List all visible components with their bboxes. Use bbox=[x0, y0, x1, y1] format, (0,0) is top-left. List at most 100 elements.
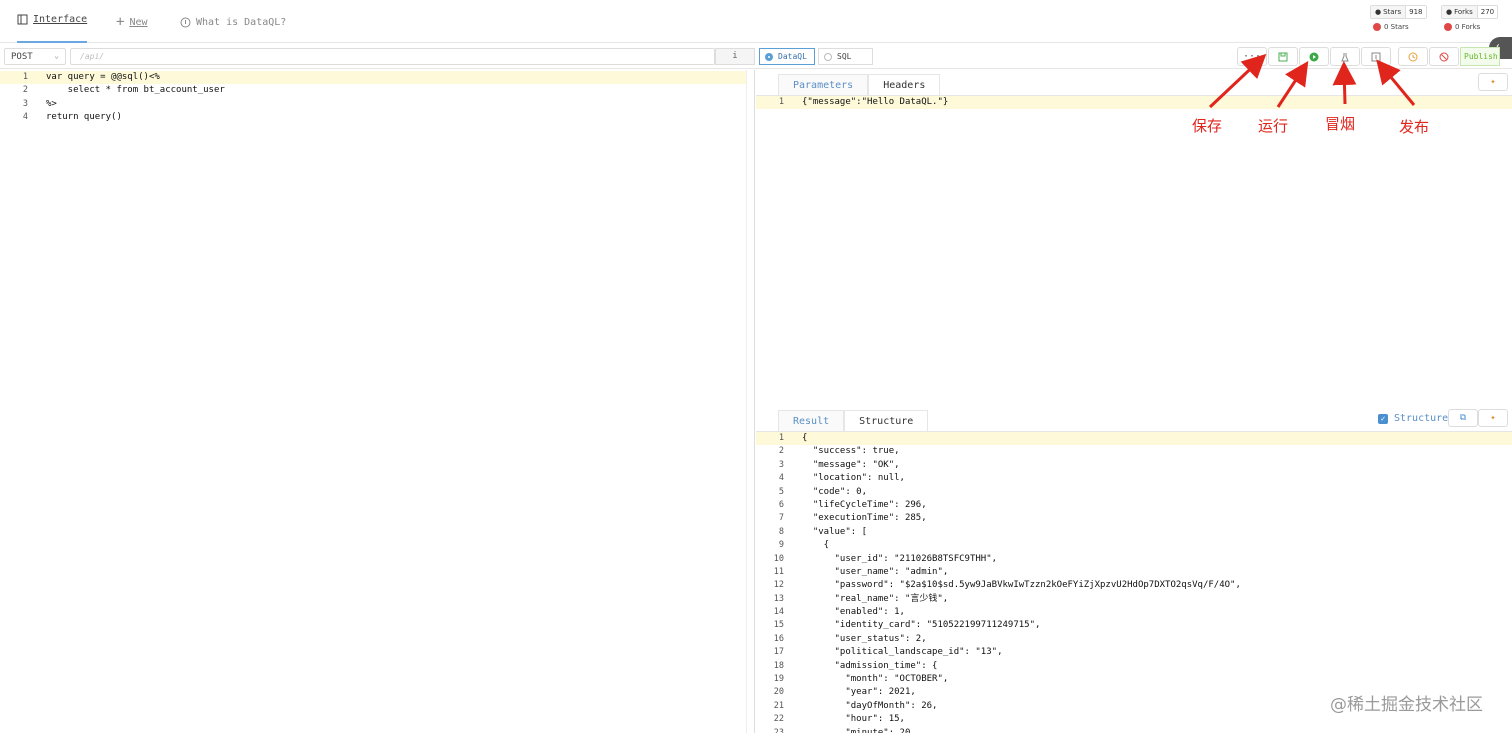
line-code: "admission_time": { bbox=[802, 660, 938, 671]
code-line: 2 "success": true, bbox=[756, 445, 1512, 458]
code-line: 5 "code": 0, bbox=[756, 486, 1512, 499]
gitee-forks-badge[interactable]: 0 Forks bbox=[1444, 23, 1480, 31]
history-button[interactable] bbox=[1398, 47, 1428, 66]
clock-icon bbox=[1408, 52, 1418, 61]
line-code: "location": null, bbox=[802, 473, 905, 484]
api-path-input[interactable]: /api/ bbox=[70, 48, 715, 65]
publish-button[interactable] bbox=[1361, 47, 1391, 66]
lang-sql-radio[interactable]: SQL bbox=[818, 48, 873, 65]
line-number: 17 bbox=[773, 647, 784, 658]
code-line: 6 "lifeCycleTime": 296, bbox=[756, 499, 1512, 512]
tab-new[interactable]: + New bbox=[116, 14, 148, 30]
publish-icon bbox=[1371, 52, 1381, 61]
http-method-value: POST bbox=[11, 52, 33, 62]
http-method-select[interactable]: POST ⌄ bbox=[4, 48, 66, 65]
info-circle-icon bbox=[180, 17, 191, 27]
tab-structure[interactable]: Structure bbox=[844, 410, 929, 432]
line-number: 23 bbox=[773, 727, 784, 733]
chevron-down-icon: ⌄ bbox=[54, 51, 59, 60]
code-line: 2 select * from bt_account_user bbox=[0, 84, 747, 97]
line-code: "real_name": "言少钱", bbox=[802, 593, 949, 604]
tab-what-label: What is DataQL? bbox=[196, 16, 287, 28]
api-path-placeholder: /api/ bbox=[80, 52, 105, 61]
code-line: 3 "message": "OK", bbox=[756, 459, 1512, 472]
disable-button[interactable] bbox=[1429, 47, 1459, 66]
params-editor[interactable]: 1 {"message":"Hello DataQL."} bbox=[756, 95, 1512, 110]
line-code: "user_name": "admin", bbox=[802, 566, 949, 577]
more-button[interactable]: ··· bbox=[1237, 47, 1267, 66]
result-viewer[interactable]: 1{2 "success": true, 3 "message": "OK", 4 … bbox=[756, 431, 1512, 733]
line-code: "month": "OCTOBER", bbox=[802, 674, 949, 685]
stars-label: Stars bbox=[1383, 8, 1402, 16]
line-number: 21 bbox=[773, 700, 784, 711]
line-number: 5 bbox=[778, 486, 784, 497]
save-button[interactable] bbox=[1268, 47, 1298, 66]
line-number: 9 bbox=[778, 540, 784, 551]
code-line: 12 "password": "$2a$10$sd.5yw9JaBVkwIwTz… bbox=[756, 579, 1512, 592]
publish-status-label: Publish bbox=[1464, 52, 1498, 61]
line-number: 14 bbox=[773, 607, 784, 618]
tab-interface[interactable]: Interface bbox=[17, 14, 88, 43]
code-line: 11 "user_name": "admin", bbox=[756, 566, 1512, 579]
github-forks-badge[interactable]: ● Forks 270 bbox=[1441, 5, 1499, 19]
tab-parameters[interactable]: Parameters bbox=[778, 74, 869, 96]
tab-structure-label: Structure bbox=[859, 416, 914, 427]
publish-status-badge: Publish bbox=[1460, 47, 1500, 66]
line-code: "lifeCycleTime": 296, bbox=[802, 499, 927, 510]
tab-what-is-dataql[interactable]: What is DataQL? bbox=[180, 14, 286, 30]
line-code: "code": 0, bbox=[802, 486, 868, 497]
copy-result-button[interactable]: ⧉ bbox=[1448, 409, 1478, 427]
code-line: 13 "real_name": "言少钱", bbox=[756, 593, 1512, 606]
line-code: "political_landscape_id": "13", bbox=[802, 647, 1003, 658]
structure-checkbox[interactable]: ✓ Structure bbox=[1378, 413, 1448, 424]
line-code: "user_status": 2, bbox=[802, 633, 927, 644]
tab-headers[interactable]: Headers bbox=[868, 74, 941, 96]
play-circle-icon bbox=[1309, 52, 1319, 61]
code-line: 15 "identity_card": "510522199711249715"… bbox=[756, 619, 1512, 632]
smoke-test-button[interactable] bbox=[1330, 47, 1360, 66]
plus-icon: + bbox=[116, 14, 125, 30]
code-line: 10 "user_id": "211026B8TSFC9THH", bbox=[756, 553, 1512, 566]
wand-icon: ✦ bbox=[1490, 413, 1496, 423]
tab-result[interactable]: Result bbox=[778, 410, 845, 432]
line-number: 11 bbox=[773, 566, 784, 577]
line-code: "success": true, bbox=[802, 446, 900, 457]
line-number: 2 bbox=[22, 85, 28, 96]
line-code: {"message":"Hello DataQL."} bbox=[802, 97, 949, 107]
line-number: 12 bbox=[773, 580, 784, 591]
line-code: "dayOfMonth": 26, bbox=[802, 700, 938, 711]
gitee-stars-label: 0 Stars bbox=[1384, 23, 1409, 31]
params-format-button[interactable]: ✦ bbox=[1478, 73, 1508, 91]
annotation-smoke: 冒烟 bbox=[1325, 115, 1356, 133]
run-button[interactable] bbox=[1299, 47, 1329, 66]
code-line: 17 "political_landscape_id": "13", bbox=[756, 646, 1512, 659]
gitee-stars-badge[interactable]: 0 Stars bbox=[1373, 23, 1409, 31]
gitee-forks-label: 0 Forks bbox=[1455, 23, 1481, 31]
github-icon: ● bbox=[1375, 8, 1382, 16]
info-icon: i bbox=[732, 51, 738, 61]
line-code: "password": "$2a$10$sd.5yw9JaBVkwIwTzzn2… bbox=[802, 580, 1241, 591]
line-number: 20 bbox=[773, 687, 784, 698]
top-nav: Interface + New What is DataQL? ● Stars 9… bbox=[0, 0, 1512, 43]
tab-interface-label: Interface bbox=[33, 14, 88, 25]
editor-scrollbar[interactable] bbox=[746, 70, 754, 733]
path-info-button[interactable]: i bbox=[715, 48, 755, 65]
line-number: 10 bbox=[773, 553, 784, 564]
book-icon bbox=[17, 14, 28, 25]
github-stars-badge[interactable]: ● Stars 918 bbox=[1370, 5, 1427, 19]
line-code: select * from bt_account_user bbox=[46, 85, 225, 96]
line-number: 22 bbox=[773, 714, 784, 725]
line-code: "year": 2021, bbox=[802, 687, 916, 698]
line-code: "executionTime": 285, bbox=[802, 513, 927, 524]
code-line: 1{ bbox=[756, 432, 1512, 446]
line-code: "value": [ bbox=[802, 526, 868, 537]
annotation-save: 保存 bbox=[1192, 117, 1223, 135]
dataql-editor[interactable]: 1 var query = @@sql()<% 2 select * from b… bbox=[0, 70, 755, 733]
radio-selected-icon bbox=[765, 52, 773, 61]
code-line: 22 "hour": 15, bbox=[756, 713, 1512, 726]
radio-icon bbox=[824, 52, 832, 61]
lang-dataql-radio[interactable]: DataQL bbox=[759, 48, 815, 65]
line-code: "minute": 20, bbox=[802, 727, 916, 733]
code-line: 23 "minute": 20, bbox=[756, 727, 1512, 733]
result-format-button[interactable]: ✦ bbox=[1478, 409, 1508, 427]
